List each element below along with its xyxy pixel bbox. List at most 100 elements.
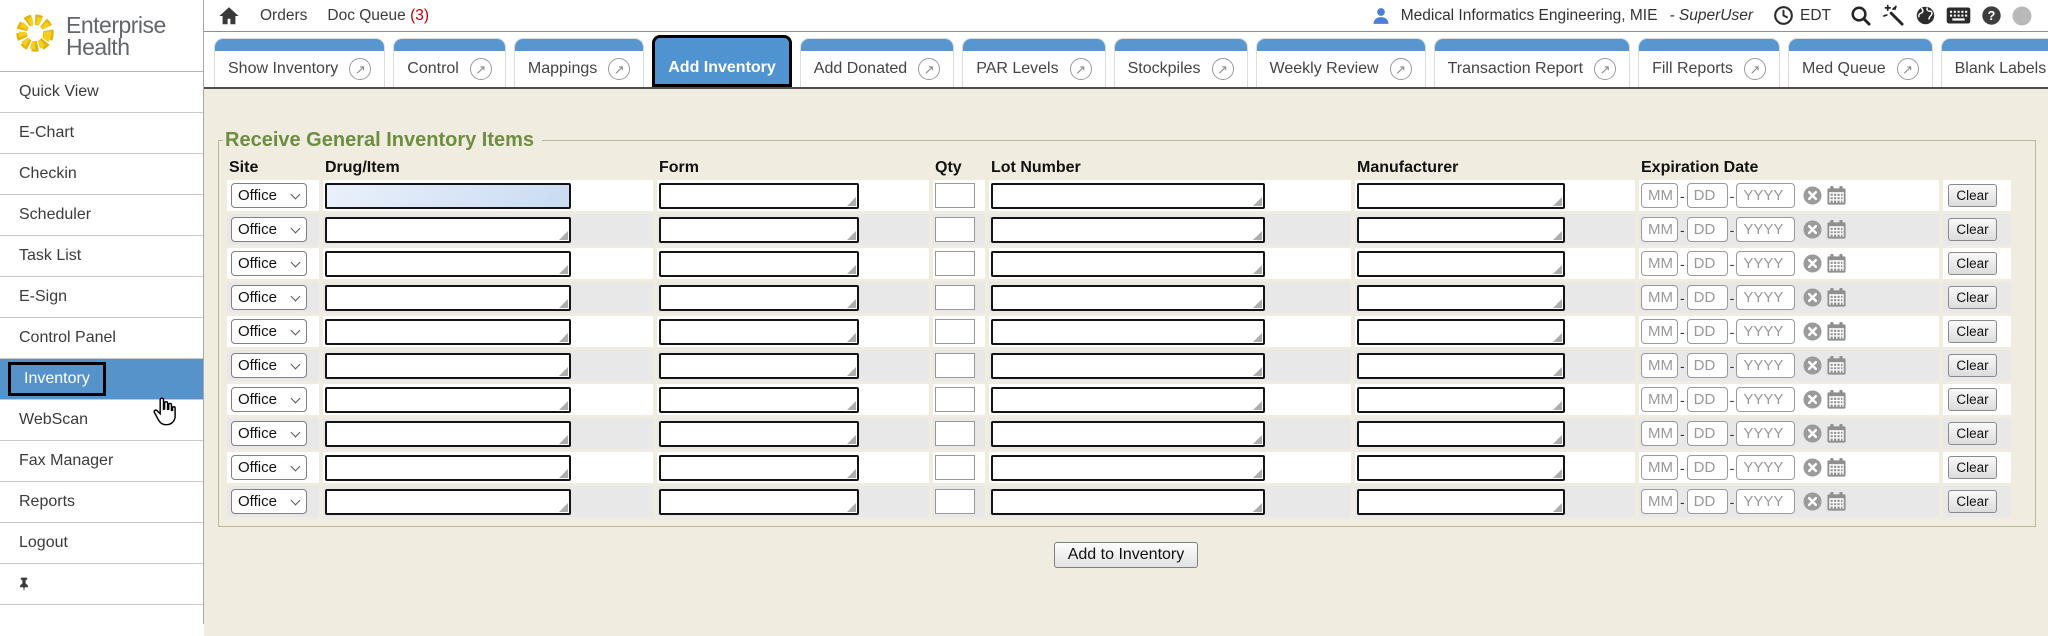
exp-month-input[interactable] (1641, 489, 1678, 514)
clear-row-button[interactable]: Clear (1948, 320, 1997, 343)
qty-input[interactable] (935, 489, 975, 514)
drug-item-input[interactable] (325, 251, 571, 277)
site-select[interactable]: Office (231, 251, 307, 276)
keyboard-icon[interactable] (1946, 7, 1971, 24)
sidebar-item-control-panel[interactable]: Control Panel (0, 318, 203, 359)
drug-item-input[interactable] (325, 353, 571, 379)
popout-arrow-icon[interactable]: ↗ (1390, 58, 1412, 80)
sidebar-item-e-sign[interactable]: E-Sign (0, 277, 203, 318)
form-input[interactable] (659, 489, 859, 515)
qty-input[interactable] (935, 353, 975, 378)
drug-item-input[interactable] (325, 421, 571, 447)
exp-day-input[interactable] (1687, 319, 1728, 344)
calendar-icon[interactable] (1826, 219, 1847, 240)
sidebar-item-checkin[interactable]: Checkin (0, 154, 203, 195)
popout-arrow-icon[interactable]: ↗ (1070, 58, 1092, 80)
calendar-icon[interactable] (1826, 287, 1847, 308)
clear-row-button[interactable]: Clear (1948, 388, 1997, 411)
calendar-icon[interactable] (1826, 355, 1847, 376)
qty-input[interactable] (935, 285, 975, 310)
qty-input[interactable] (935, 183, 975, 208)
tab-par-levels[interactable]: PAR Levels↗ (962, 38, 1105, 87)
clear-row-button[interactable]: Clear (1948, 490, 1997, 513)
exp-month-input[interactable] (1641, 387, 1678, 412)
tab-med-queue[interactable]: Med Queue↗ (1788, 38, 1933, 87)
calendar-icon[interactable] (1826, 457, 1847, 478)
manufacturer-input[interactable] (1357, 353, 1565, 379)
clear-date-icon[interactable] (1803, 424, 1822, 443)
sidebar-item-webscan[interactable]: WebScan (0, 400, 203, 441)
manufacturer-input[interactable] (1357, 251, 1565, 277)
clear-date-icon[interactable] (1803, 390, 1822, 409)
clear-row-button[interactable]: Clear (1948, 456, 1997, 479)
form-input[interactable] (659, 353, 859, 379)
globe-icon[interactable] (1915, 5, 1936, 26)
clear-date-icon[interactable] (1803, 458, 1822, 477)
sidebar-item-quick-view[interactable]: Quick View (0, 72, 203, 113)
popout-arrow-icon[interactable]: ↗ (349, 58, 371, 80)
exp-year-input[interactable] (1736, 421, 1795, 446)
form-input[interactable] (659, 251, 859, 277)
help-icon[interactable]: ? (1981, 5, 2002, 26)
clear-row-button[interactable]: Clear (1948, 218, 1997, 241)
site-select[interactable]: Office (231, 387, 307, 412)
sidebar-item-scheduler[interactable]: Scheduler (0, 195, 203, 236)
qty-input[interactable] (935, 387, 975, 412)
sidebar-item-e-chart[interactable]: E-Chart (0, 113, 203, 154)
clear-row-button[interactable]: Clear (1948, 252, 1997, 275)
calendar-icon[interactable] (1826, 389, 1847, 410)
clear-date-icon[interactable] (1803, 356, 1822, 375)
site-select[interactable]: Office (231, 455, 307, 480)
tab-add-donated[interactable]: Add Donated↗ (800, 38, 954, 87)
exp-day-input[interactable] (1687, 489, 1728, 514)
qty-input[interactable] (935, 319, 975, 344)
site-select[interactable]: Office (231, 489, 307, 514)
site-select[interactable]: Office (231, 217, 307, 242)
tab-add-inventory[interactable]: Add Inventory (652, 35, 792, 87)
exp-day-input[interactable] (1687, 455, 1728, 480)
lot-number-input[interactable] (991, 183, 1265, 209)
form-input[interactable] (659, 285, 859, 311)
drug-item-input[interactable] (325, 183, 571, 209)
tab-stockpiles[interactable]: Stockpiles↗ (1114, 38, 1248, 87)
drug-item-input[interactable] (325, 455, 571, 481)
form-input[interactable] (659, 387, 859, 413)
sidebar-item-reports[interactable]: Reports (0, 482, 203, 523)
exp-day-input[interactable] (1687, 421, 1728, 446)
lot-number-input[interactable] (991, 217, 1265, 243)
lot-number-input[interactable] (991, 489, 1265, 515)
exp-month-input[interactable] (1641, 353, 1678, 378)
popout-arrow-icon[interactable]: ↗ (470, 58, 492, 80)
drug-item-input[interactable] (325, 489, 571, 515)
tab-weekly-review[interactable]: Weekly Review↗ (1256, 38, 1426, 87)
magic-wand-icon[interactable] (1882, 4, 1905, 27)
home-icon[interactable] (218, 5, 240, 27)
calendar-icon[interactable] (1826, 185, 1847, 206)
calendar-icon[interactable] (1826, 423, 1847, 444)
exp-day-input[interactable] (1687, 251, 1728, 276)
clock-icon[interactable] (1773, 5, 1794, 26)
clear-date-icon[interactable] (1803, 288, 1822, 307)
qty-input[interactable] (935, 455, 975, 480)
lot-number-input[interactable] (991, 421, 1265, 447)
user-icon[interactable] (1371, 6, 1391, 26)
clear-row-button[interactable]: Clear (1948, 184, 1997, 207)
popout-arrow-icon[interactable]: ↗ (918, 58, 940, 80)
manufacturer-input[interactable] (1357, 489, 1565, 515)
exp-month-input[interactable] (1641, 455, 1678, 480)
lot-number-input[interactable] (991, 319, 1265, 345)
exp-year-input[interactable] (1736, 183, 1795, 208)
exp-day-input[interactable] (1687, 387, 1728, 412)
sidebar-item-logout[interactable]: Logout (0, 523, 203, 564)
add-to-inventory-button[interactable]: Add to Inventory (1054, 542, 1199, 568)
exp-month-input[interactable] (1641, 217, 1678, 242)
exp-month-input[interactable] (1641, 183, 1678, 208)
tab-blank-labels[interactable]: Blank Labels↗ (1941, 38, 2048, 87)
sidebar-item-inventory[interactable]: Inventory (0, 359, 203, 400)
calendar-icon[interactable] (1826, 321, 1847, 342)
exp-year-input[interactable] (1736, 489, 1795, 514)
site-select[interactable]: Office (231, 353, 307, 378)
exp-year-input[interactable] (1736, 319, 1795, 344)
exp-month-input[interactable] (1641, 285, 1678, 310)
sidebar-item-fax-manager[interactable]: Fax Manager (0, 441, 203, 482)
